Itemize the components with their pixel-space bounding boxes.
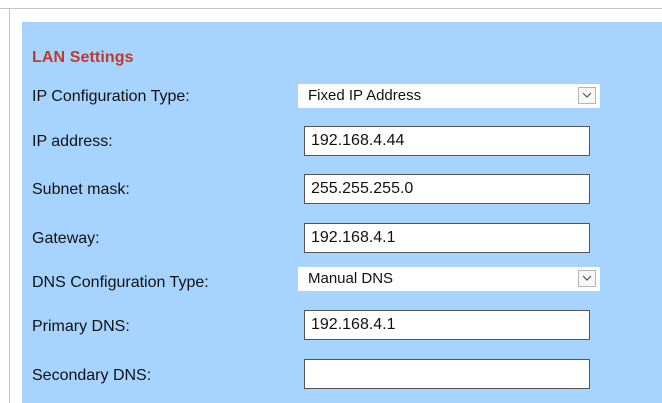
ip-address-field[interactable] xyxy=(304,126,590,156)
gateway-label: Gateway: xyxy=(32,230,100,247)
ip-config-type-label: IP Configuration Type: xyxy=(32,88,190,105)
lan-settings-panel xyxy=(22,22,662,403)
chevron-down-icon[interactable] xyxy=(578,87,596,104)
frame-top-border xyxy=(0,8,662,9)
ip-config-type-value: Fixed IP Address xyxy=(308,87,422,104)
secondary-dns-label: Secondary DNS: xyxy=(32,367,152,384)
secondary-dns-field[interactable] xyxy=(304,359,590,389)
subnet-mask-label: Subnet mask: xyxy=(32,181,130,198)
dns-config-type-value: Manual DNS xyxy=(308,270,394,287)
dns-config-type-select[interactable]: Manual DNS xyxy=(298,267,600,291)
chevron-down-icon[interactable] xyxy=(578,270,596,287)
ip-address-label: IP address: xyxy=(32,133,113,150)
subnet-mask-field[interactable] xyxy=(304,174,590,204)
primary-dns-field[interactable] xyxy=(304,310,590,340)
gateway-field[interactable] xyxy=(304,223,590,253)
dns-config-type-label: DNS Configuration Type: xyxy=(32,274,209,291)
frame-left-border xyxy=(9,8,10,403)
page: LAN Settings IP Configuration Type: Fixe… xyxy=(0,0,662,403)
section-title: LAN Settings xyxy=(32,49,134,66)
ip-config-type-select[interactable]: Fixed IP Address xyxy=(298,84,600,108)
primary-dns-label: Primary DNS: xyxy=(32,318,130,335)
